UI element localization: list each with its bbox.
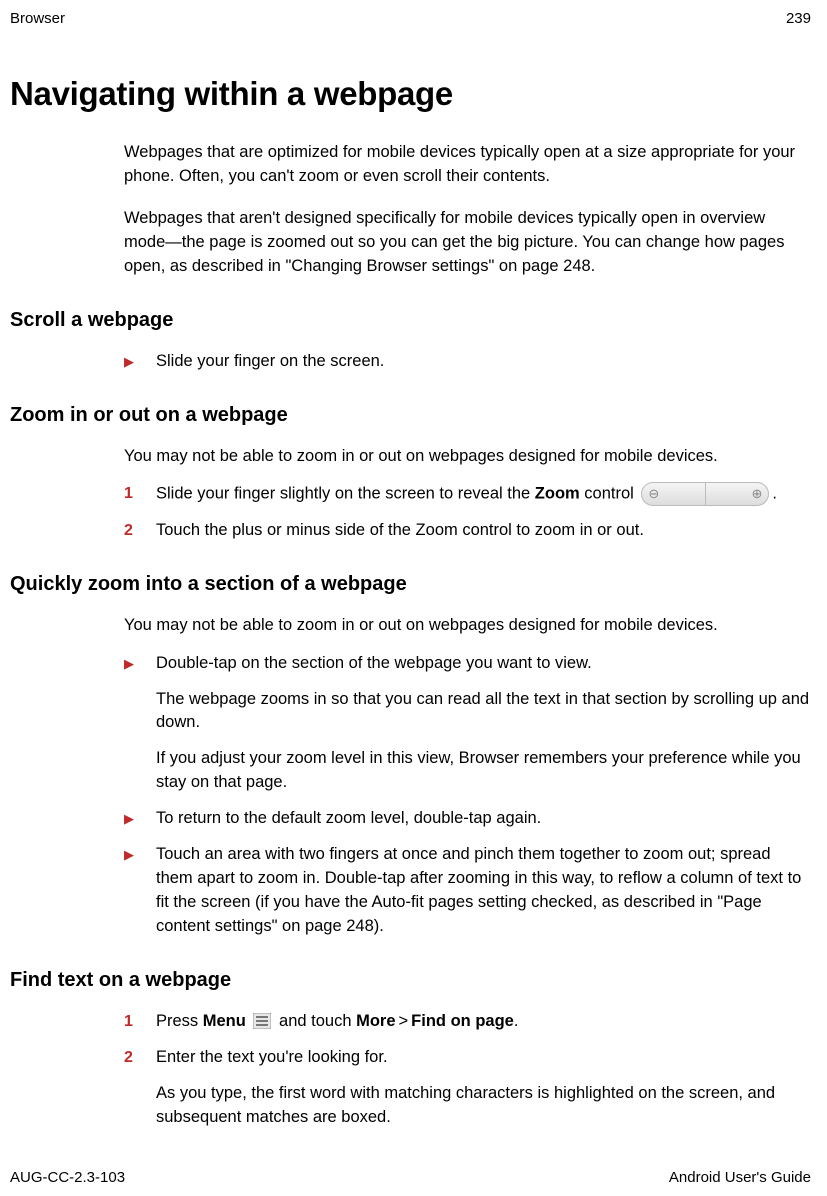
step-number: 1 (124, 1010, 138, 1033)
numbered-step: 2 Enter the text you're looking for. As … (124, 1046, 811, 1130)
triangle-bullet-icon: ▶ (124, 655, 136, 674)
heading-zoom: Zoom in or out on a webpage (10, 404, 811, 427)
bullet-text: Touch an area with two fingers at once a… (156, 843, 811, 939)
triangle-bullet-icon: ▶ (124, 810, 136, 829)
heading-scroll: Scroll a webpage (10, 309, 811, 332)
step-number: 2 (124, 1046, 138, 1069)
bullet-item: ▶ Double-tap on the section of the webpa… (124, 652, 811, 796)
step-text: Slide your finger slightly on the screen… (156, 482, 811, 506)
heading-find-text: Find text on a webpage (10, 969, 811, 992)
bullet-item: ▶ Slide your finger on the screen. (124, 350, 811, 374)
page-header: Browser 239 (10, 10, 811, 27)
footer-doc-id: AUG-CC-2.3-103 (10, 1169, 125, 1186)
step-number: 2 (124, 519, 138, 542)
page-title: Navigating within a webpage (10, 75, 811, 113)
numbered-step: 1 Slide your finger slightly on the scre… (124, 482, 811, 506)
step-text: Touch the plus or minus side of the Zoom… (156, 519, 811, 543)
numbered-step: 2 Touch the plus or minus side of the Zo… (124, 519, 811, 543)
page-footer: AUG-CC-2.3-103 Android User's Guide (10, 1169, 811, 1186)
step-text: Press Menu and touch More>Find on page. (156, 1010, 811, 1034)
bullet-text: Double-tap on the section of the webpage… (156, 652, 811, 796)
zoom-in-icon: ⊕ (705, 485, 768, 504)
quick-intro: You may not be able to zoom in or out on… (124, 614, 811, 638)
step-number: 1 (124, 482, 138, 505)
heading-quick-zoom: Quickly zoom into a section of a webpage (10, 573, 811, 596)
intro-paragraph-1: Webpages that are optimized for mobile d… (124, 141, 811, 189)
triangle-bullet-icon: ▶ (124, 353, 136, 372)
bullet-item: ▶ To return to the default zoom level, d… (124, 807, 811, 831)
zoom-out-icon: ⊖ (642, 485, 705, 504)
zoom-intro: You may not be able to zoom in or out on… (124, 445, 811, 469)
bullet-item: ▶ Touch an area with two fingers at once… (124, 843, 811, 939)
header-page-number: 239 (786, 10, 811, 27)
numbered-step: 1 Press Menu and touch More>Find on page… (124, 1010, 811, 1034)
bullet-text: Slide your finger on the screen. (156, 350, 811, 374)
zoom-control-icon: ⊖⊕ (641, 482, 769, 506)
header-section: Browser (10, 10, 65, 27)
step-text: Enter the text you're looking for. As yo… (156, 1046, 811, 1130)
footer-guide-name: Android User's Guide (669, 1169, 811, 1186)
bullet-text: To return to the default zoom level, dou… (156, 807, 811, 831)
triangle-bullet-icon: ▶ (124, 846, 136, 865)
intro-paragraph-2: Webpages that aren't designed specifical… (124, 207, 811, 279)
menu-icon (253, 1013, 271, 1029)
